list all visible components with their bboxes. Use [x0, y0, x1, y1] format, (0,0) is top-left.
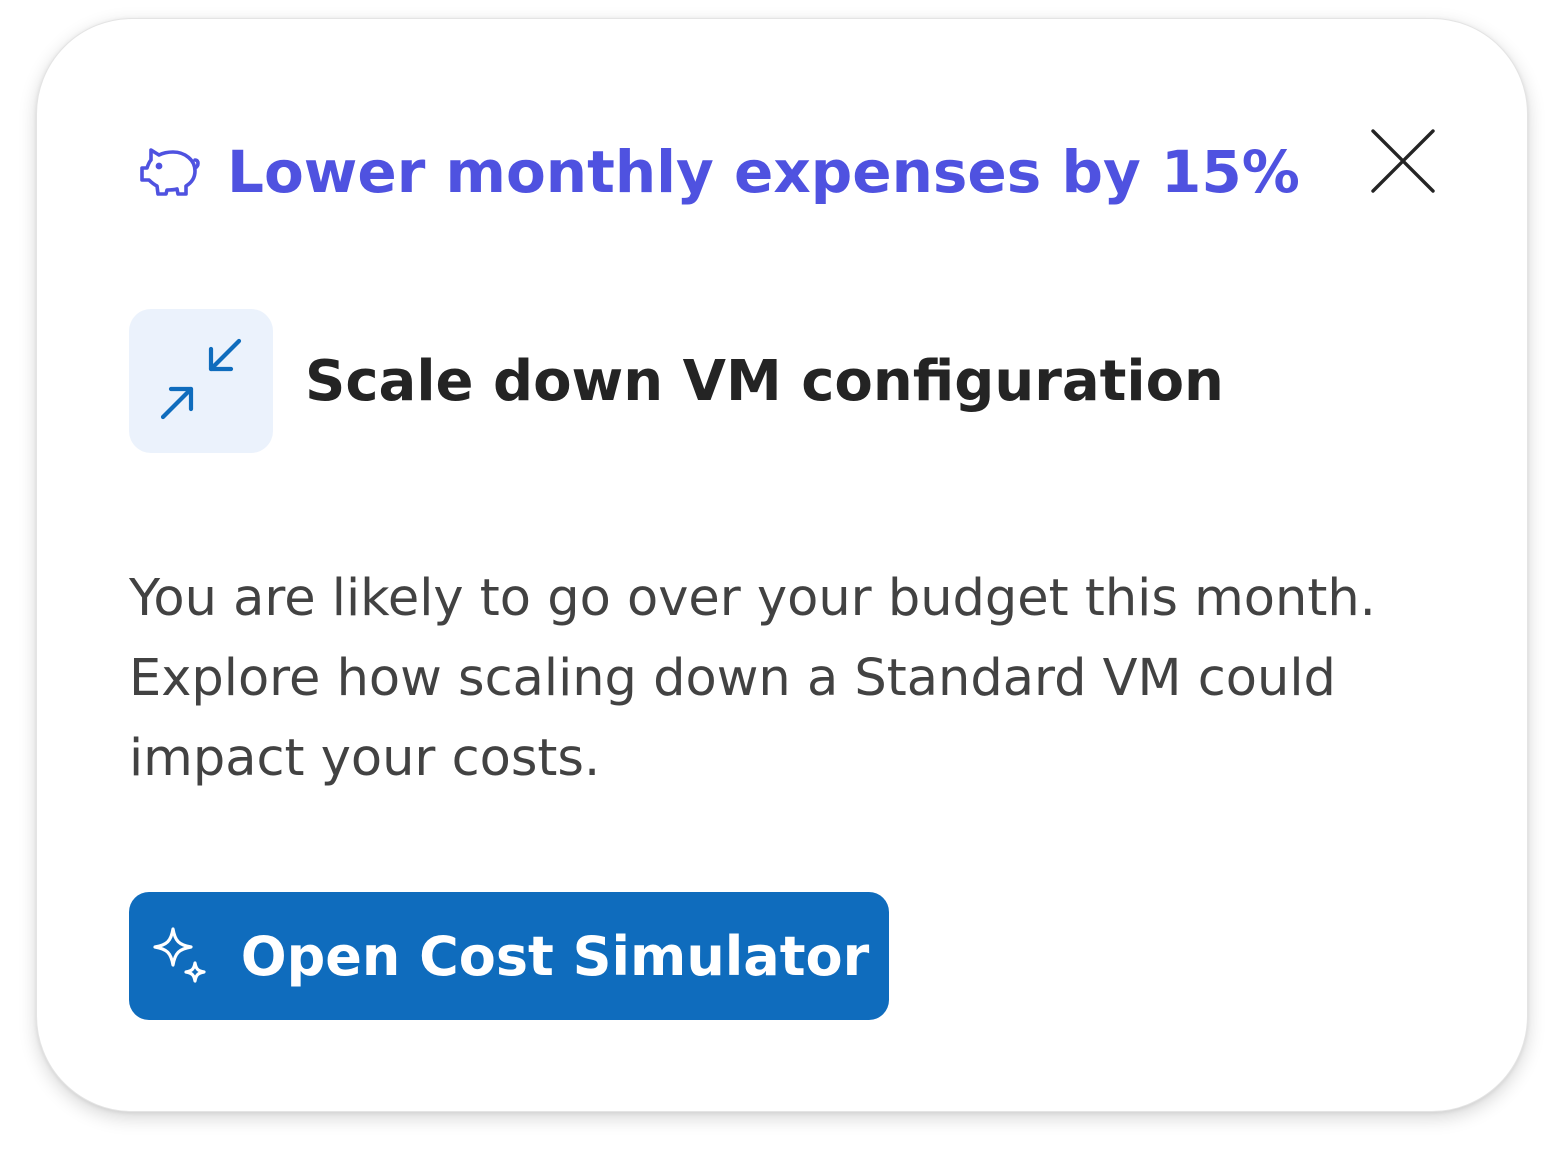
card-title: Lower monthly expenses by 15%: [227, 138, 1300, 206]
cta-label: Open Cost Simulator: [240, 924, 870, 988]
recommendation-icon-tile: [129, 309, 273, 453]
arrow-minimize-icon: [159, 337, 243, 425]
recommendation-description: You are likely to go over your budget th…: [129, 569, 1376, 788]
close-button[interactable]: [1369, 127, 1437, 195]
recommendation-card: Lower monthly expenses by 15% Scale down…: [36, 18, 1528, 1112]
recommendation-row: Scale down VM configuration: [129, 309, 1224, 453]
piggy-bank-icon: [135, 138, 203, 206]
card-header: Lower monthly expenses by 15%: [135, 127, 1300, 217]
open-cost-simulator-button[interactable]: Open Cost Simulator: [129, 892, 889, 1020]
sparkle-icon: [149, 925, 211, 987]
close-icon: [1371, 129, 1435, 193]
recommendation-title: Scale down VM configuration: [305, 348, 1224, 414]
